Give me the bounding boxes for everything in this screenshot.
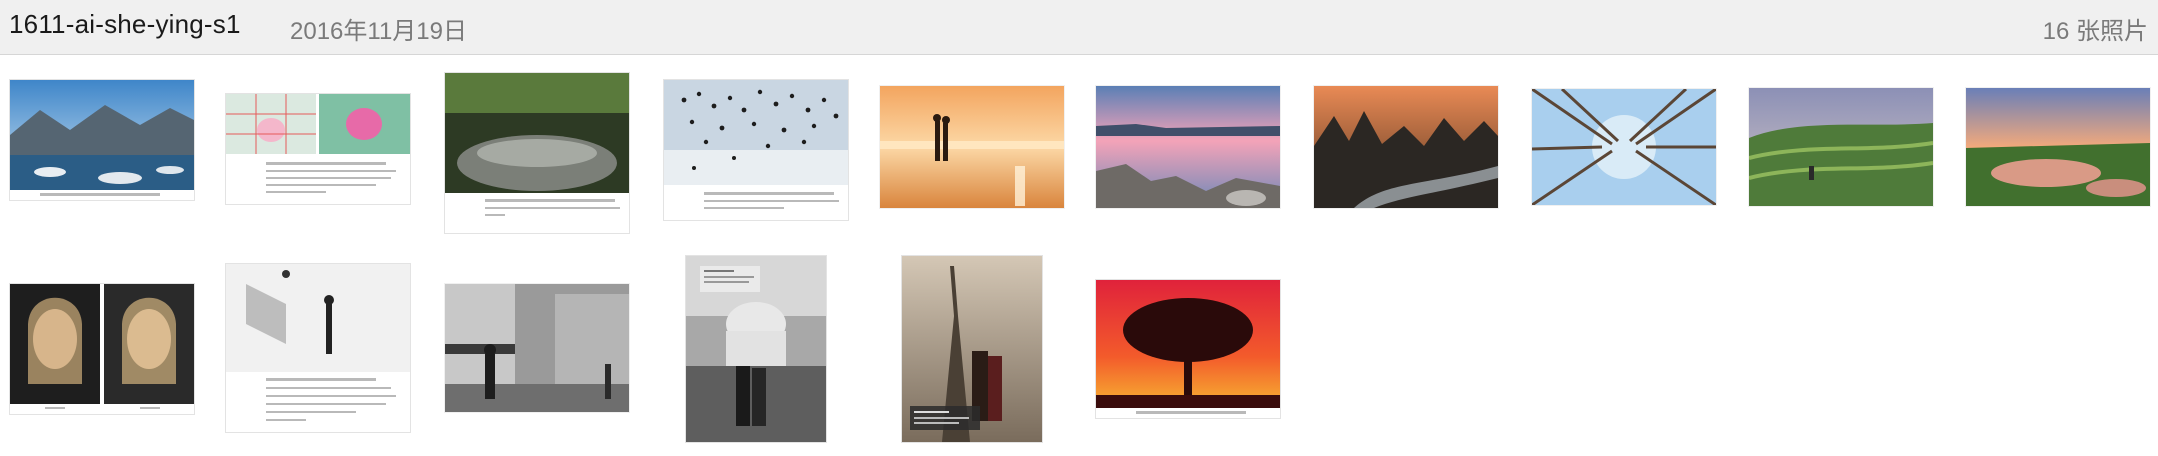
photo-thumbnail-tree-silhouette-red[interactable] xyxy=(1096,280,1280,418)
photo-count: 16 张照片 xyxy=(2042,18,2148,45)
photo-thumbnail-terraced-pond-sunset[interactable] xyxy=(1966,88,2150,206)
photo-thumbnail-yosemite-lake[interactable] xyxy=(10,80,194,200)
album-date: 2016年11月19日 xyxy=(290,18,467,45)
photo-thumbnail-sheep-flock[interactable] xyxy=(445,73,629,233)
photo-thumbnail-couple-beach-sunset[interactable] xyxy=(880,86,1064,208)
photo-thumbnail-eiffel-tower-couple[interactable] xyxy=(902,256,1042,442)
photo-thumbnail-terraced-hills-farmer[interactable] xyxy=(1749,88,1933,206)
photo-thumbnail-paris-street-bw[interactable] xyxy=(445,284,629,412)
photo-thumbnail-sacre-coeur-couple[interactable] xyxy=(686,256,826,442)
photo-thumbnail-karst-river-sunrise[interactable] xyxy=(1314,86,1498,208)
album-title: 1611-ai-she-ying-s1 xyxy=(9,9,241,39)
photo-grid xyxy=(0,56,2158,456)
album-header: 1611-ai-she-ying-s1 2016年11月19日 16 张照片 xyxy=(0,0,2158,55)
photo-thumbnail-rocky-coast-dusk[interactable] xyxy=(1096,86,1280,208)
photo-thumbnail-lotus-composition[interactable] xyxy=(226,94,410,204)
photo-thumbnail-portrait-comparison[interactable] xyxy=(10,284,194,414)
photo-thumbnail-bird-flock[interactable] xyxy=(664,80,848,220)
photo-thumbnail-studio-lighting-setup[interactable] xyxy=(226,264,410,432)
photo-thumbnail-trees-sky-upward[interactable] xyxy=(1532,89,1716,205)
